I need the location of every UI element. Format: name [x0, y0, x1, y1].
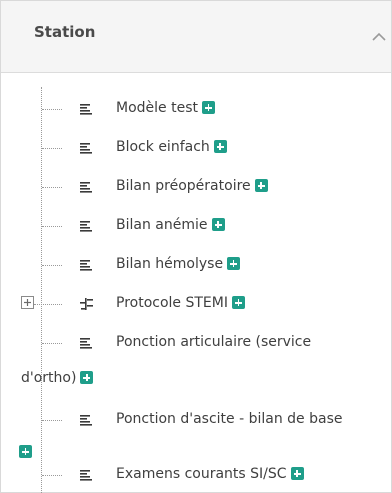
add-plus-icon[interactable]: [227, 257, 241, 270]
expand-plus-icon[interactable]: [21, 296, 34, 309]
tree-item-label: Protocole STEMI: [116, 295, 228, 311]
tree-item-label: Modèle test: [116, 100, 198, 116]
document-list-icon: [80, 104, 92, 115]
tree-item-label: Block einfach: [116, 139, 210, 155]
document-list-icon: [80, 415, 92, 426]
add-plus-icon[interactable]: [19, 445, 32, 458]
tree-item-label-wrap: Block einfach: [116, 139, 227, 155]
tree-branch: [42, 265, 62, 266]
document-list-icon: [80, 338, 92, 349]
add-plus-icon[interactable]: [80, 371, 94, 384]
tree-item-label-wrap: Bilan préopératoire: [116, 178, 268, 194]
add-plus-icon[interactable]: [211, 218, 225, 231]
tree-item-label-wrap: Bilan hémolyse: [116, 256, 241, 272]
tree-item-label: Examens courants SI/SC: [116, 466, 287, 482]
tree-item-label-wrap: Modèle test: [116, 100, 215, 116]
tree-branch: [42, 343, 62, 344]
tree-item-modele-test[interactable]: Modèle test: [1, 97, 391, 121]
tree-item-label: Bilan anémie: [116, 217, 208, 233]
panel-title: Station: [34, 23, 96, 41]
tree-branch: [42, 475, 62, 476]
tree-item-ponction-ascite[interactable]: Ponction d'ascite - bilan de base: [1, 408, 391, 462]
add-plus-icon[interactable]: [290, 467, 304, 480]
document-list-icon: [80, 221, 92, 232]
tree-item-block-einfach[interactable]: Block einfach: [1, 136, 391, 160]
tree-item-ponction-articulaire[interactable]: Ponction articulaire (service d'ortho): [1, 331, 391, 391]
add-plus-icon[interactable]: [201, 101, 215, 114]
tree-structure-icon: [80, 298, 93, 310]
tree-item-label: Ponction d'ascite - bilan de base: [116, 411, 343, 427]
panel-header[interactable]: Station: [1, 1, 391, 73]
add-plus-icon[interactable]: [254, 179, 268, 192]
document-list-icon: [80, 143, 92, 154]
tree-branch: [42, 148, 62, 149]
tree-item-label-wrap: d'ortho): [21, 370, 94, 386]
tree-item-protocole-stemi[interactable]: Protocole STEMI: [1, 292, 391, 316]
document-list-icon: [80, 260, 92, 271]
tree-branch: [42, 226, 62, 227]
tree-branch: [34, 304, 62, 305]
station-panel: Station Modèle test Block einfach Bilan …: [0, 0, 392, 493]
add-plus-icon[interactable]: [213, 140, 227, 153]
tree-item-bilan-hemolyse[interactable]: Bilan hémolyse: [1, 253, 391, 277]
tree-item-label: Bilan préopératoire: [116, 178, 251, 194]
tree-view: Modèle test Block einfach Bilan préopéra…: [1, 73, 391, 493]
tree-item-examens-courants[interactable]: Examens courants SI/SC: [1, 463, 391, 487]
document-list-icon: [80, 182, 92, 193]
document-list-icon: [80, 470, 92, 481]
tree-branch: [42, 187, 62, 188]
tree-item-bilan-preoperatoire[interactable]: Bilan préopératoire: [1, 175, 391, 199]
tree-branch: [42, 420, 62, 421]
tree-item-label: Bilan hémolyse: [116, 256, 224, 272]
tree-item-label: Ponction articulaire (service: [116, 334, 312, 350]
tree-item-label-wrap: Examens courants SI/SC: [116, 466, 304, 482]
chevron-up-icon[interactable]: [369, 29, 389, 45]
tree-item-label-wrap: Protocole STEMI: [116, 295, 245, 311]
tree-item-label-wrap: Bilan anémie: [116, 217, 225, 233]
tree-branch: [42, 109, 62, 110]
tree-item-bilan-anemie[interactable]: Bilan anémie: [1, 214, 391, 238]
tree-item-label-line2: d'ortho): [21, 370, 77, 386]
add-plus-icon[interactable]: [231, 296, 245, 309]
